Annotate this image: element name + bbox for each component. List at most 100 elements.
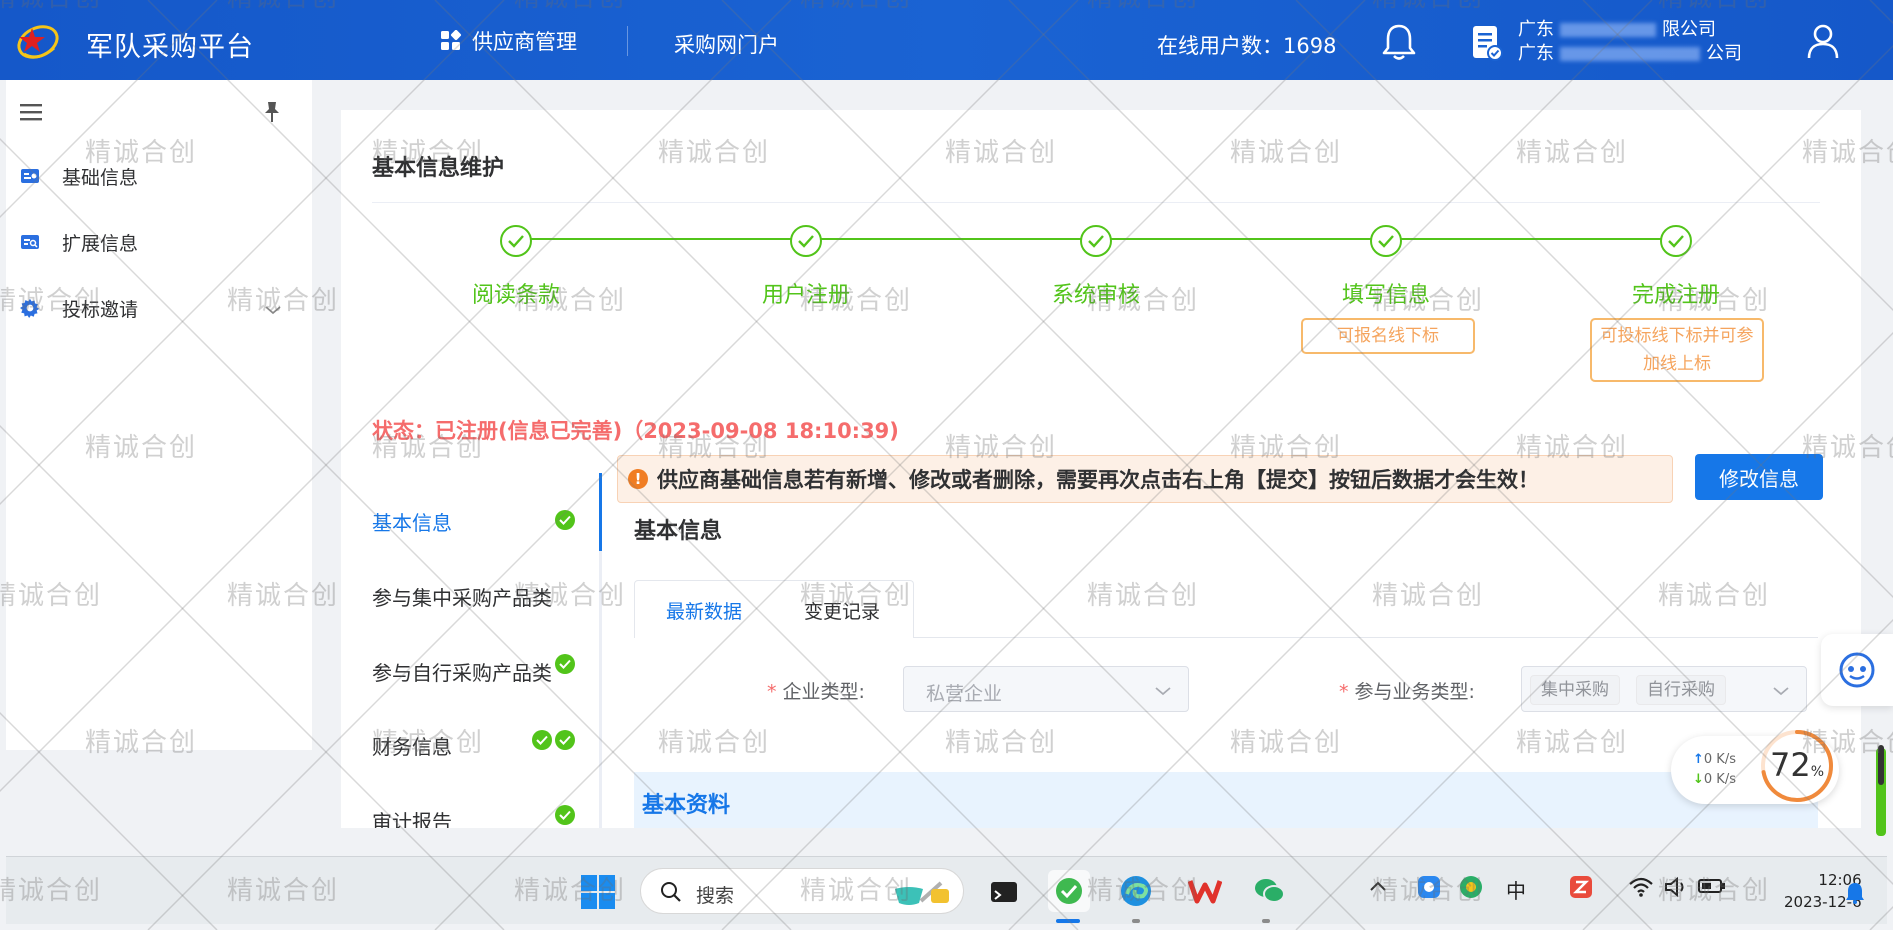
subnav-label: 财务信息: [372, 735, 452, 759]
user-icon[interactable]: [1805, 22, 1841, 64]
check-icon: [500, 225, 532, 257]
business-type-tag: 自行采购: [1636, 675, 1726, 705]
tab-bar: 最新数据 变更记录: [634, 580, 1818, 638]
nav-procurement-portal[interactable]: 采购网门户: [674, 29, 779, 59]
tab-change-history[interactable]: 变更记录: [804, 597, 880, 624]
subnav-item-self-procurement[interactable]: 参与自行采购产品类: [372, 645, 602, 695]
company-line1-prefix: 广东: [1518, 19, 1554, 40]
input-method-indicator[interactable]: 中: [1506, 875, 1526, 904]
sidebar-item-extended-info[interactable]: 扩展信息: [6, 218, 312, 266]
chevron-down-icon: [264, 299, 282, 321]
sidebar-item-label: 基础信息: [62, 166, 139, 189]
taskbar-app-wps-icon[interactable]: [1184, 870, 1226, 912]
wifi-icon[interactable]: [1628, 876, 1654, 902]
exclamation-icon: !: [628, 469, 648, 489]
subnav-label: 参与集中采购产品类: [372, 586, 552, 610]
check-circle-icon: [555, 510, 575, 530]
tab-latest-data[interactable]: 最新数据: [666, 597, 742, 624]
subnav-label: 审计报告: [372, 810, 452, 828]
nav-supplier-management[interactable]: 供应商管理: [440, 26, 577, 56]
subnav-item-basic-info[interactable]: 基本信息: [372, 495, 602, 545]
taskbar-app-terminal-icon[interactable]: [983, 870, 1025, 912]
subnav-label: 基本信息: [372, 511, 452, 535]
section-title: 基本信息: [634, 519, 723, 544]
windows-start-icon[interactable]: [580, 874, 616, 914]
check-icon: [1660, 225, 1692, 257]
enterprise-type-select[interactable]: 私营企业: [903, 666, 1189, 712]
redacted-block: [1560, 47, 1700, 61]
nav-supplier-label: 供应商管理: [472, 30, 577, 54]
assistant-float-button[interactable]: [1821, 634, 1893, 706]
step-label: 完成注册: [1631, 283, 1720, 308]
business-type-label: * 参与业务类型:: [1339, 677, 1475, 704]
step-system-review: 系统审核: [996, 225, 1196, 309]
notice-alert: ! 供应商基础信息若有新增、修改或者删除，需要再次点击右上角【提交】按钮后数据才…: [617, 455, 1673, 503]
enterprise-type-label-text: 企业类型:: [782, 681, 865, 703]
app-open-indicator: [1132, 919, 1140, 923]
business-type-label-text: 参与业务类型:: [1354, 681, 1475, 703]
subnav-label: 参与自行采购产品类: [372, 661, 552, 685]
sidebar-item-bid-invitation[interactable]: 投标邀请: [6, 284, 312, 332]
nav-divider: [627, 26, 628, 56]
hamburger-menu-icon[interactable]: [20, 102, 44, 126]
business-type-tag: 集中采购: [1530, 675, 1620, 705]
company-line2-prefix: 广东: [1518, 43, 1554, 64]
app-open-indicator: [1262, 919, 1270, 923]
active-app-indicator: [1056, 919, 1080, 923]
taskbar-app-edge-icon[interactable]: [1115, 870, 1157, 912]
check-circle-icon: [555, 730, 575, 750]
search-icon: [661, 882, 681, 902]
sidebar: 基础信息 扩展信息 投标邀请: [6, 80, 312, 750]
step-tag-line: 加线上标: [1643, 354, 1711, 374]
check-icon: [790, 225, 822, 257]
memory-usage-gauge[interactable]: 72%: [1757, 726, 1837, 806]
step-label: 系统审核: [1051, 283, 1140, 308]
required-marker: *: [767, 681, 777, 703]
tray-app-blue-icon[interactable]: [1416, 874, 1442, 904]
subnav-item-finance[interactable]: 财务信息: [372, 719, 602, 769]
volume-icon[interactable]: [1664, 876, 1690, 902]
taskbar-app-wechat-icon[interactable]: [1248, 870, 1290, 912]
gear-icon: [20, 298, 40, 318]
notification-bell-icon[interactable]: [1844, 881, 1866, 909]
tray-app-green-icon[interactable]: [1458, 874, 1484, 904]
company-line1-suffix: 限公司: [1662, 19, 1716, 40]
alert-text: 供应商基础信息若有新增、修改或者删除，需要再次点击右上角【提交】按钮后数据才会生…: [657, 468, 1539, 492]
tray-app-red-icon[interactable]: [1568, 874, 1594, 904]
upload-speed: ↑0 K/s: [1693, 752, 1736, 767]
pin-icon[interactable]: [261, 100, 283, 128]
check-circle-icon: [555, 654, 575, 674]
memory-usage-percent: 72%: [1770, 746, 1824, 784]
step-tag-line: 可投标线下标并可参: [1600, 326, 1754, 346]
edit-info-button[interactable]: 修改信息: [1695, 454, 1823, 500]
business-type-select[interactable]: 集中采购 自行采购: [1521, 666, 1807, 712]
battery-icon[interactable]: [1698, 878, 1726, 898]
sidebar-item-basic-info[interactable]: 基础信息: [6, 152, 312, 200]
step-label: 阅读条款: [471, 283, 560, 308]
check-circle-icon: [555, 805, 575, 825]
check-icon: [1370, 225, 1402, 257]
percent-unit: %: [1810, 764, 1825, 780]
redacted-block: [1560, 23, 1656, 37]
tray-chevron-up-icon[interactable]: [1369, 878, 1387, 897]
page-title: 基本信息维护: [372, 156, 505, 181]
sidebar-item-label: 扩展信息: [62, 232, 139, 255]
company-line2-suffix: 公司: [1706, 43, 1742, 64]
windows-taskbar: 搜索 中 12:06 2023-12-6: [6, 856, 1887, 924]
download-speed: ↓0 K/s: [1693, 772, 1736, 787]
taskbar-search-box[interactable]: 搜索: [640, 868, 964, 914]
divider: [372, 202, 1820, 203]
bell-icon[interactable]: [1380, 22, 1418, 66]
step-complete-register: 完成注册: [1576, 225, 1776, 309]
search-highlight-icon: [895, 881, 949, 905]
step-tag-online-bid: 可投标线下标并可参 加线上标: [1590, 318, 1764, 382]
app-title: 军队采购平台: [86, 32, 254, 63]
upload-speed-value: 0 K/s: [1703, 752, 1736, 767]
document-check-icon[interactable]: [1470, 24, 1504, 66]
subnav-item-audit-report[interactable]: 审计报告: [372, 794, 602, 828]
step-label: 用户注册: [761, 283, 850, 308]
required-marker: *: [1339, 681, 1349, 703]
subnav-item-central-procurement[interactable]: 参与集中采购产品类: [372, 570, 602, 620]
step-label: 填写信息: [1341, 283, 1430, 308]
taskbar-app-browser-green-icon[interactable]: [1048, 870, 1090, 912]
